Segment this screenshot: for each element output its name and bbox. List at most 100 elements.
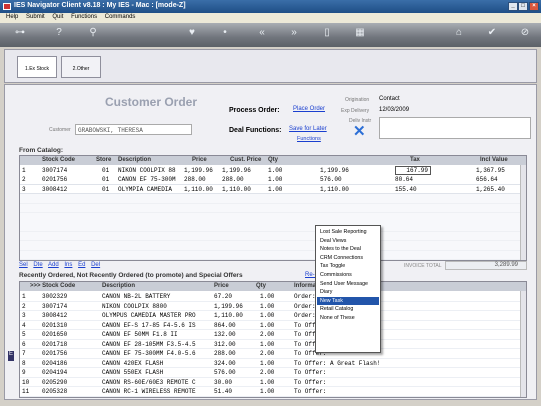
insert-action[interactable]: Ins	[64, 262, 72, 268]
list-item[interactable]: 7 0201756 CANON EF 75-300MM F4.0-5.6 288.00…	[20, 349, 520, 359]
table-row[interactable]: 1 3007174 01 NIKON COOLPIX 88 1,199.96 1,199.…	[20, 166, 520, 176]
cell-price: 288.00	[214, 350, 236, 357]
cell-n: 5	[22, 331, 26, 338]
col-recent-stock-code[interactable]: >>> Stock Code	[30, 283, 75, 289]
menu-item-send-user-message[interactable]: Send User Message	[317, 280, 379, 289]
menu-item-lost-sale-reporting[interactable]: Lost Sale Reporting	[317, 228, 379, 237]
maximize-button[interactable]: □	[518, 2, 528, 11]
col-cust-price[interactable]: Cust. Price	[230, 157, 261, 163]
col-incl-value[interactable]: Incl Value	[480, 157, 508, 163]
cell-code: 0201650	[42, 331, 68, 338]
customer-field[interactable]: GRABOWSKI, THERESA	[75, 124, 192, 135]
tax-input[interactable]: 167.99	[395, 166, 431, 175]
menu-help[interactable]: Help	[6, 14, 18, 20]
delete-action[interactable]: Del	[91, 262, 100, 268]
help-icon[interactable]: ?	[52, 26, 66, 40]
menu-quit[interactable]: Quit	[52, 14, 63, 20]
pin-icon[interactable]: •	[218, 26, 232, 40]
tab-ex-stock[interactable]: 1.Ex Stock	[17, 56, 57, 78]
cell-price: 324.00	[214, 359, 236, 367]
menu-item-diary[interactable]: Diary	[317, 288, 379, 297]
list-item[interactable]: 9 0204194 CANON 550EX FLASH 576.00 2.00 To Of…	[20, 368, 520, 378]
menu-item-retail-catalog[interactable]: Retail Catalog	[317, 305, 379, 314]
forward-icon[interactable]: »	[287, 26, 301, 40]
table-row[interactable]	[20, 213, 520, 223]
bookmark-icon[interactable]: ▯	[320, 26, 334, 40]
confirm-icon[interactable]: ✔	[485, 26, 499, 40]
list-item[interactable]: 3 3008412 OLYMPUS CAMEDIA MASTER PRO 1,110.…	[20, 311, 520, 321]
cell-desc: CANON EF-S 17-85 F4-5.6 IS	[102, 321, 196, 329]
favorite-icon[interactable]: ♥	[185, 26, 199, 40]
col-description[interactable]: Description	[118, 157, 151, 163]
table-row[interactable]: 3 3008412 01 OLYMPIA CAMEDIA 1,110.00 1,110.0…	[20, 184, 520, 195]
table-row[interactable]	[20, 194, 520, 204]
list-item[interactable]: 8 0204186 CANON 420EX FLASH 324.00 1.00 To Of…	[20, 359, 520, 368]
list-item[interactable]: 5 0201650 CANON EF 50MM F1.8 II 132.00 2.00 T…	[20, 330, 520, 340]
table-row[interactable]	[20, 241, 520, 251]
place-order-link[interactable]: Place Order	[293, 106, 325, 112]
menu-item-crm-connections[interactable]: CRM Connections	[317, 254, 379, 263]
catalog-scrollbar[interactable]	[520, 165, 526, 260]
key-icon[interactable]: ⊶	[10, 26, 30, 40]
list-item[interactable]: 4 0201310 CANON EF-S 17-85 F4-5.6 IS 864.00…	[20, 321, 520, 330]
cell-desc: CANON EF 75-300MM F4.0-5.6	[102, 350, 196, 357]
col-tax[interactable]: Tax	[410, 157, 420, 163]
search-icon[interactable]: ⚲	[86, 26, 100, 40]
recent-scrollbar[interactable]	[520, 291, 526, 397]
home-icon[interactable]: ⌂	[452, 26, 466, 40]
col-recent-price[interactable]: Price	[214, 283, 229, 289]
menu-commands[interactable]: Commands	[105, 14, 136, 20]
tools-icon[interactable]: ✕	[353, 124, 375, 140]
menu-functions[interactable]: Functions	[71, 14, 97, 20]
cell-cprice: 288.00	[222, 176, 244, 184]
list-item[interactable]: 2 3007174 NIKON COOLPIX 8800 1,199.96 1.00 Or…	[20, 302, 520, 311]
exp-delivery-label: Exp Delivery	[341, 108, 370, 114]
menu-item-commissions[interactable]: Commissions	[317, 271, 379, 280]
cell-desc: CANON NB-2L BATTERY	[102, 293, 171, 300]
table-row[interactable]	[20, 231, 520, 242]
list-item[interactable]: 1 3002329 CANON NB-2L BATTERY 67.20 1.00 Orde…	[20, 292, 520, 302]
back-icon[interactable]: «	[255, 26, 269, 40]
save-for-later-link[interactable]: Save for Later	[289, 126, 327, 132]
list-item[interactable]: 10 0205290 CANON RS-60E/60E3 REMOTE C 30.00…	[20, 378, 520, 387]
menu-item-deal-views[interactable]: Deal Views	[317, 237, 379, 246]
menu-item-none-of-these[interactable]: None of These	[317, 314, 379, 323]
date-action[interactable]: Dte	[33, 262, 42, 268]
menu-item-tax-toggle[interactable]: Tax Toggle	[317, 262, 379, 271]
side-marker-icon: E	[8, 351, 14, 361]
deliv-instr-field[interactable]	[379, 117, 531, 139]
cell-n: 6	[22, 340, 26, 348]
table-row[interactable]	[20, 250, 520, 261]
col-store[interactable]: Store	[96, 157, 111, 163]
close-button[interactable]: ×	[529, 2, 539, 11]
select-action[interactable]: Sel	[19, 262, 28, 268]
cell-qty: 1.00	[260, 388, 275, 395]
table-row[interactable]: 2 0201756 01 CANON EF 75-300M 288.00 288.00 1.…	[20, 175, 520, 185]
cell-code: 3007174	[42, 167, 68, 174]
functions-link[interactable]: Functions	[297, 136, 321, 142]
menu-item-notes-to-the-deal[interactable]: Notes to the Deal	[317, 245, 379, 254]
col-recent-description[interactable]: Description	[102, 283, 135, 289]
minimize-button[interactable]: _	[508, 2, 518, 11]
exp-delivery-value[interactable]: 12/03/2009	[379, 107, 409, 113]
list-item[interactable]: 11 0205328 CANON RC-1 WIRELESS REMOTE 51.40…	[20, 387, 520, 397]
cell-info: To Offer:	[294, 369, 327, 376]
invoice-total-label: INVOICE TOTAL	[404, 263, 442, 269]
col-price[interactable]: Price	[192, 157, 207, 163]
col-qty[interactable]: Qty	[268, 157, 278, 163]
col-recent-qty[interactable]: Qty	[256, 283, 266, 289]
col-stock-code[interactable]: Stock Code	[42, 157, 75, 163]
table-row[interactable]	[20, 203, 520, 214]
menu-submit[interactable]: Submit	[26, 14, 45, 20]
cell-desc: CANON 420EX FLASH	[102, 359, 164, 367]
recent-grid: >>> Stock Code Description Price Qty Inf…	[19, 281, 527, 398]
cell-qty: 2.00	[260, 331, 275, 338]
edit-action[interactable]: Ed	[78, 262, 85, 268]
grid-icon[interactable]: ▦	[353, 26, 367, 40]
menu-item-new-task[interactable]: New Task	[317, 296, 379, 306]
list-item[interactable]: 6 0201718 CANON EF 28-105MM F3.5-4.5 312.00…	[20, 340, 520, 349]
cancel-icon[interactable]: ⊘	[518, 26, 532, 40]
table-row[interactable]	[20, 222, 520, 232]
tab-other[interactable]: 2.Other	[61, 56, 101, 78]
add-action[interactable]: Add	[48, 262, 59, 268]
